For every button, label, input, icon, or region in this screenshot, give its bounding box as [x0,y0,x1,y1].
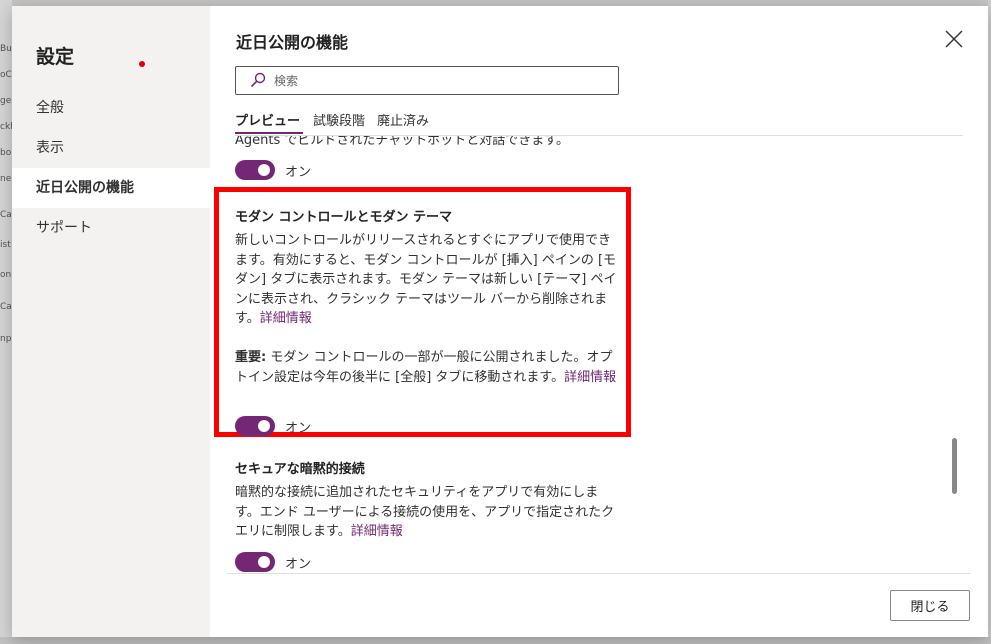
red-dot-marker [139,61,145,67]
settings-dialog: 設定 全般 表示 近日公開の機能 サポート 近日公開の機能 プレビュー 試験段階 [12,6,988,637]
tab-retired[interactable]: 廃止済み [377,110,429,129]
important-label: 重要: [235,350,267,365]
feature-toggle[interactable] [235,160,275,180]
footer-divider [227,573,971,574]
modern-controls-toggle[interactable] [235,416,275,436]
bg-fragment: ist [0,240,11,250]
bg-fragment: ckl [0,122,12,132]
secure-connection-description: 暗黙的な接続に追加されたセキュリティをアプリで有効にします。エンド ユーザーによ… [235,483,620,542]
search-box [235,66,619,95]
modern-controls-description: 新しいコントロールがリリースされるとすぐにアプリで使用できます。有効にすると、モ… [235,231,620,329]
background-left-strip: Bu oC ge ckl bo ne Ca ist on Ca np [0,0,12,644]
secure-connection-title: セキュアな暗黙的接続 [235,462,365,477]
secure-connection-toggle[interactable] [235,552,275,572]
tab-preview[interactable]: プレビュー [235,110,300,129]
search-input[interactable] [272,70,606,92]
close-dialog-button[interactable] [943,28,965,50]
nav-item-general[interactable]: 全般 [12,88,210,128]
bg-fragment: oC [0,70,12,80]
dialog-title: 近日公開の機能 [236,33,349,52]
toggle-knob [258,164,270,176]
toggle-label: オン [285,421,312,436]
feature-tabs: プレビュー 試験段階 廃止済み [235,106,963,136]
bg-fragment: bo [0,148,12,158]
active-tab-indicator [235,132,303,134]
toggle-label: オン [285,165,312,180]
important-learn-more-link[interactable]: 詳細情報 [564,370,616,385]
toggle-knob [258,420,270,432]
nav-item-display[interactable]: 表示 [12,128,210,168]
feature-description: Agents でビルドされたチャットボットと対話できます。 [235,136,569,148]
modern-controls-title: モダン コントロールとモダン テーマ [235,210,453,225]
bg-fragment: Ca [0,302,12,312]
search-icon [250,72,266,88]
important-text: モダン コントロールの一部が一般に公開されました。オプトイン設定は今年の後半に … [235,350,613,385]
nav-item-support[interactable]: サポート [12,208,210,248]
close-button[interactable]: 閉じる [890,590,970,621]
bg-fragment: np [0,334,12,344]
toggle-knob [258,556,270,568]
toggle-label: オン [285,557,312,572]
settings-nav-list: 全般 表示 近日公開の機能 サポート [12,88,210,248]
background-bottom-strip [0,637,991,644]
modern-learn-more-link[interactable]: 詳細情報 [260,311,312,326]
secure-desc-text: 暗黙的な接続に追加されたセキュリティをアプリで有効にします。エンド ユーザーによ… [235,485,615,539]
bg-fragment: ne [0,174,12,184]
modern-controls-important: 重要: モダン コントロールの一部が一般に公開されました。オプトイン設定は今年の… [235,348,620,387]
settings-title: 設定 [36,46,75,68]
bg-fragment: ge [0,96,12,106]
settings-nav: 設定 全般 表示 近日公開の機能 サポート [12,6,210,637]
settings-content: 近日公開の機能 プレビュー 試験段階 廃止済み Agents でビルドされたチャ… [210,6,988,637]
bg-fragment: Ca [0,210,12,220]
bg-fragment: on [0,270,12,280]
scrollbar-thumb[interactable] [952,438,957,494]
secure-learn-more-link[interactable]: 詳細情報 [351,524,403,539]
nav-item-upcoming-features[interactable]: 近日公開の機能 [12,168,210,208]
bg-fragment: Bu [0,44,12,54]
feature-list: Agents でビルドされたチャットボットと対話できます。 オン モダン コント… [210,136,988,572]
close-icon [945,30,963,48]
tab-experimental[interactable]: 試験段階 [313,110,365,129]
